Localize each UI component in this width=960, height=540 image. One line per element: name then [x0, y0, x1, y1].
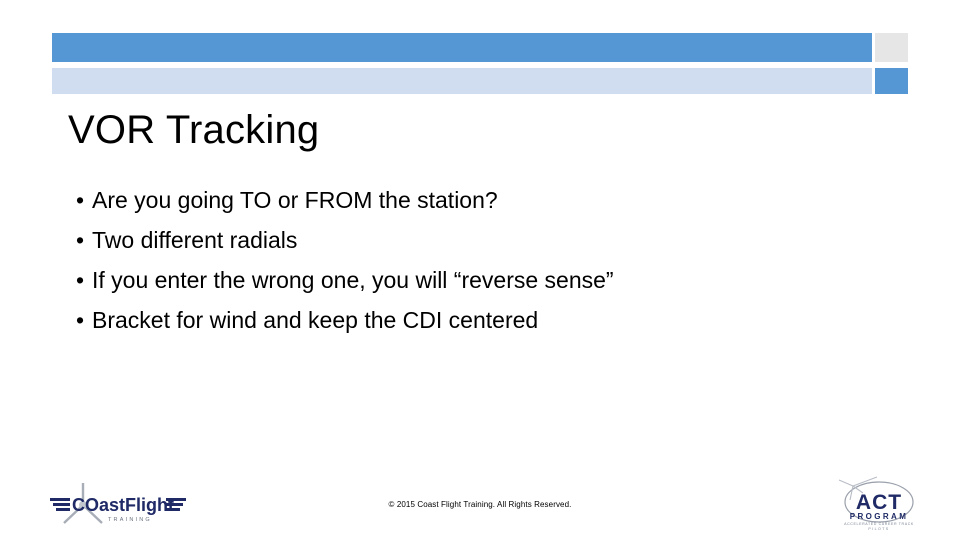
bullet-marker-icon: •: [76, 187, 85, 213]
coast-flight-wordmark: COastFlight: [72, 495, 174, 515]
act-wordmark: ACT: [856, 491, 902, 514]
list-item: • Bracket for wind and keep the CDI cente…: [76, 300, 876, 340]
bullet-list: • Are you going TO or FROM the station? •…: [76, 180, 876, 340]
slide-title: VOR Tracking: [68, 108, 320, 152]
slide-canvas: VOR Tracking • Are you going TO or FROM t…: [0, 0, 960, 540]
bullet-marker-icon: •: [76, 267, 85, 293]
act-subtitle: PROGRAM: [850, 512, 909, 521]
header-band-bottom: [52, 68, 908, 94]
header-cap-blue: [875, 68, 908, 94]
wing-left-icon: [50, 498, 70, 511]
act-program-logo: ACT PROGRAM ACCELERATED CAREER TRACK PIL…: [833, 474, 925, 536]
header-bar-light-blue: [52, 68, 872, 94]
bullet-marker-icon: •: [76, 307, 85, 333]
coast-flight-tagline: TRAINING: [108, 517, 152, 523]
list-item: • Two different radials: [76, 220, 876, 260]
list-item-text: Are you going TO or FROM the station?: [92, 187, 498, 213]
coast-flight-logo: COastFlight TRAINING: [48, 479, 188, 531]
list-item: • If you enter the wrong one, you will “r…: [76, 260, 876, 300]
act-tagline-line-2: PILOTS: [868, 527, 889, 531]
header-band-top: [52, 33, 908, 62]
list-item-text: Bracket for wind and keep the CDI center…: [92, 307, 539, 333]
list-item: • Are you going TO or FROM the station?: [76, 180, 876, 220]
list-item-text: Two different radials: [92, 227, 298, 253]
list-item-text: If you enter the wrong one, you will “re…: [92, 267, 614, 293]
header-bar-blue: [52, 33, 872, 62]
header-cap-gray: [875, 33, 908, 62]
bullet-marker-icon: •: [76, 227, 85, 253]
act-tagline-line-1: ACCELERATED CAREER TRACK: [844, 522, 914, 526]
